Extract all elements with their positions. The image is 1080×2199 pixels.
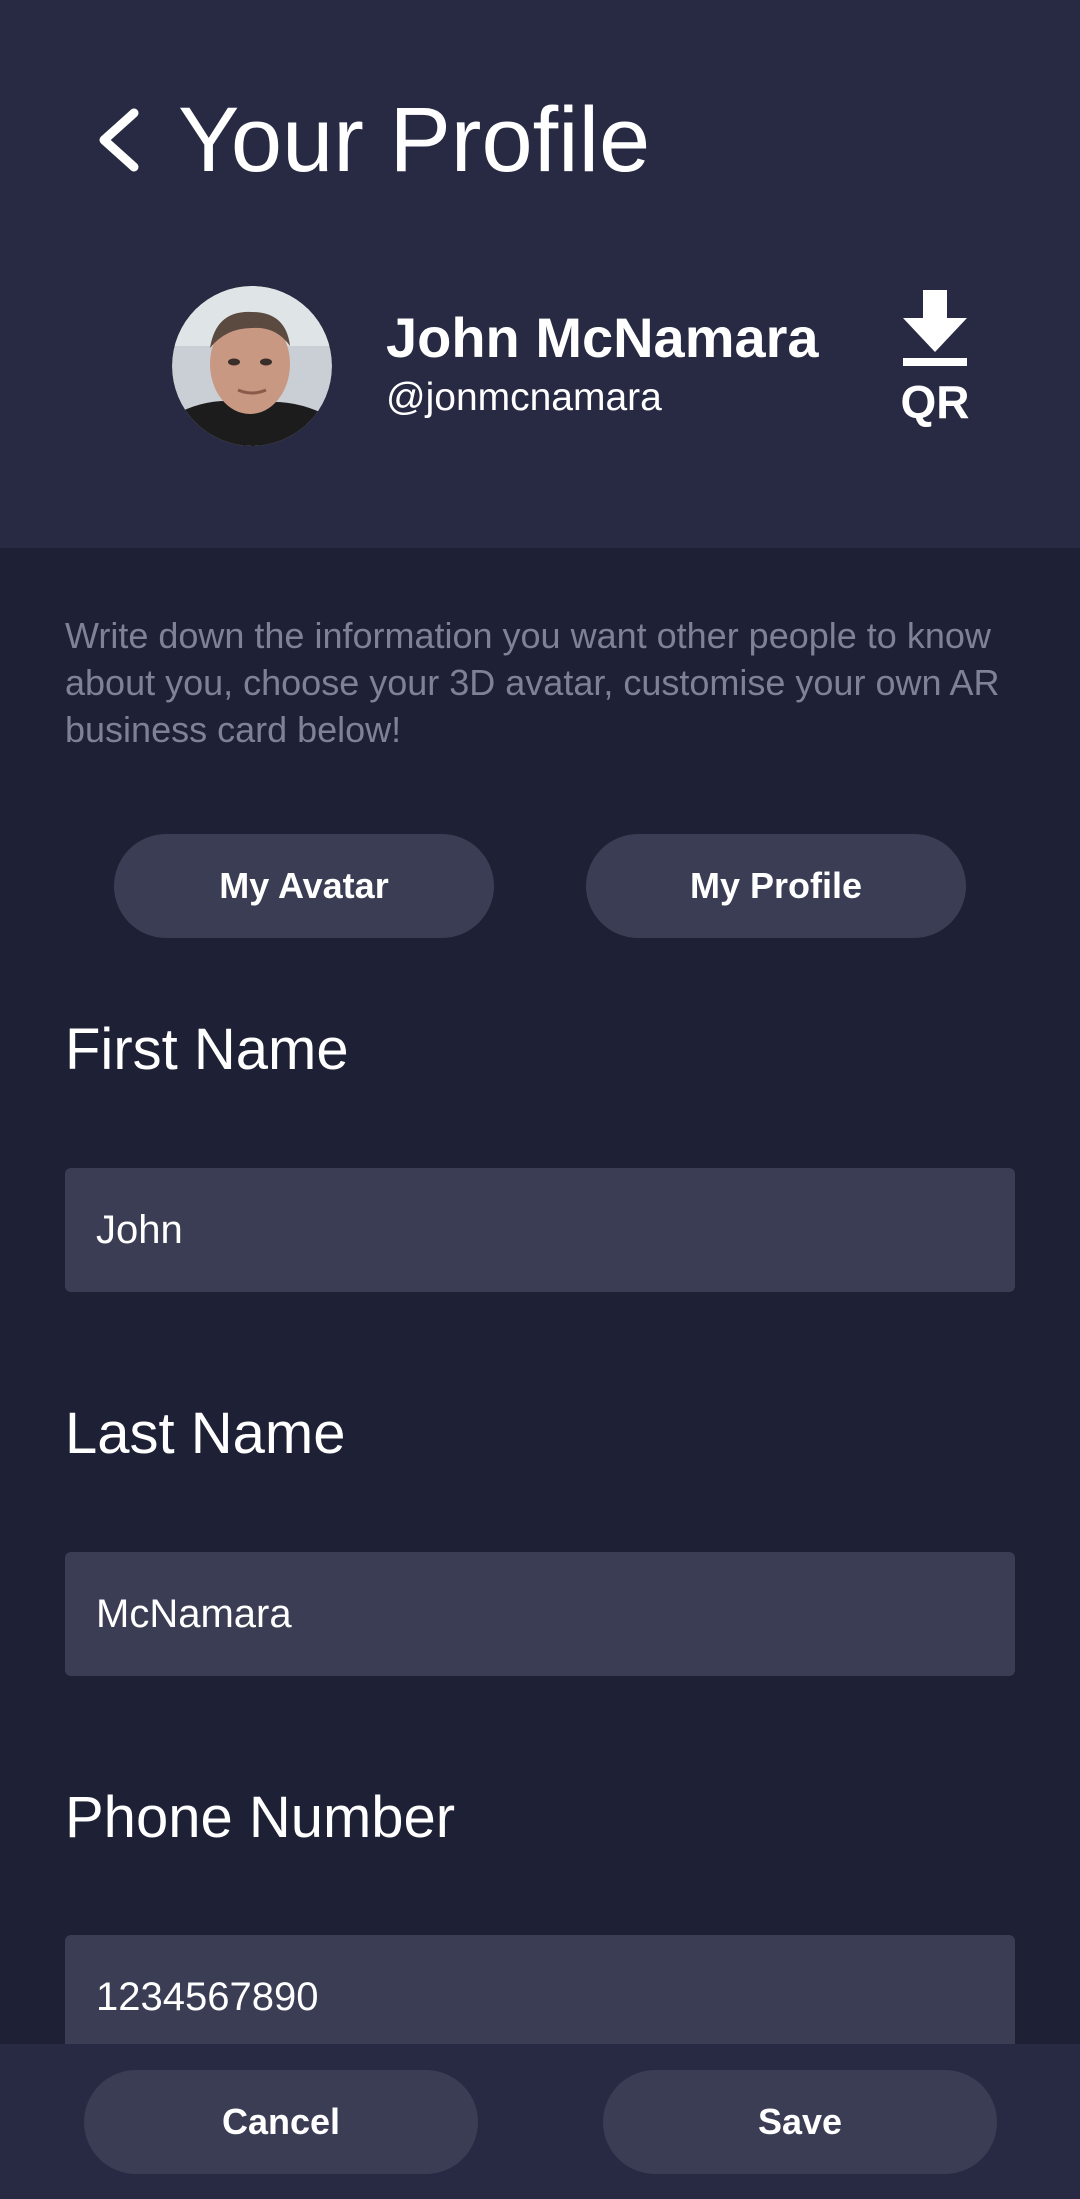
first-name-label: First Name bbox=[65, 1017, 349, 1082]
first-name-field[interactable]: John bbox=[65, 1168, 1015, 1292]
user-photo bbox=[172, 286, 332, 446]
tab-my-profile[interactable]: My Profile bbox=[586, 834, 966, 938]
tab-my-avatar[interactable]: My Avatar bbox=[114, 834, 494, 938]
back-button[interactable] bbox=[80, 100, 160, 180]
qr-download-button[interactable]: QR bbox=[880, 290, 990, 450]
save-button[interactable]: Save bbox=[603, 2070, 997, 2174]
avatar bbox=[172, 286, 332, 446]
intro-text: Write down the information you want othe… bbox=[65, 615, 1000, 750]
last-name-field[interactable]: McNamara bbox=[65, 1552, 1015, 1676]
cancel-button[interactable]: Cancel bbox=[84, 2070, 478, 2174]
qr-label: QR bbox=[900, 376, 970, 428]
page-title: Your Profile bbox=[178, 89, 651, 191]
phone-number-label: Phone Number bbox=[65, 1785, 456, 1850]
phone-number-field[interactable]: 1234567890 bbox=[65, 1935, 1015, 2059]
profile-screen: Your Profile John McNamara @jonmcnamara … bbox=[0, 0, 1080, 2199]
profile-handle: @jonmcnamara bbox=[386, 376, 662, 419]
last-name-label: Last Name bbox=[65, 1401, 346, 1466]
download-icon bbox=[903, 290, 967, 366]
profile-name: John McNamara bbox=[386, 306, 819, 369]
profile-header: Your Profile John McNamara @jonmcnamara … bbox=[0, 0, 1080, 548]
chevron-left-icon bbox=[99, 108, 139, 172]
